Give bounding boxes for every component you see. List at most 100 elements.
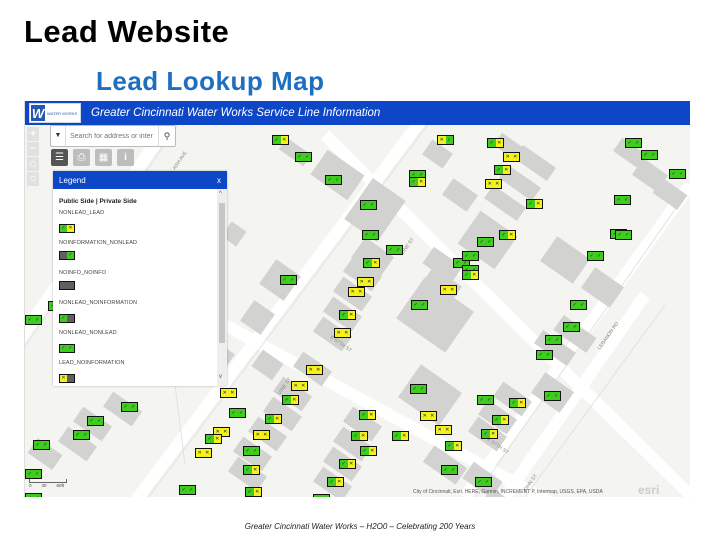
service-line-marker[interactable]: ✓✓	[441, 465, 458, 475]
search-source-dropdown[interactable]: ▼	[51, 126, 66, 146]
map-attribution: City of Cincinnati, Esri, HERE, Garmin, …	[413, 489, 603, 495]
scrollbar-thumb[interactable]	[219, 203, 225, 343]
service-line-marker[interactable]: ✓✓	[545, 335, 562, 345]
service-line-marker[interactable]: ✓ ✕	[327, 477, 344, 487]
service-line-marker[interactable]: ✓ ✕	[351, 431, 368, 441]
slide-footer: Greater Cincinnati Water Works – H2O0 – …	[244, 522, 476, 531]
service-line-marker[interactable]: ✓✓	[280, 275, 297, 285]
service-line-marker[interactable]: ✕ ✕	[357, 277, 374, 287]
service-line-marker[interactable]: ✓ ✕	[509, 398, 526, 408]
service-line-marker[interactable]: ✓✓	[563, 322, 580, 332]
service-line-marker[interactable]: ✓✓	[410, 384, 427, 394]
service-line-marker[interactable]: ✓✓	[33, 440, 50, 450]
lead-indicator: ✕	[470, 271, 478, 279]
service-line-marker[interactable]: ✕ ✕	[306, 365, 323, 375]
service-line-marker[interactable]: ✓✓	[536, 350, 553, 360]
service-line-marker[interactable]: ✓✓	[25, 493, 42, 497]
service-line-marker[interactable]: ✓ ✕	[409, 177, 426, 187]
service-line-marker[interactable]: ✓ ✕	[243, 465, 260, 475]
lead-indicator: ✕	[417, 178, 425, 186]
zoom-in-button[interactable]: +	[27, 127, 39, 141]
service-line-marker[interactable]: ✓ ✕	[445, 441, 462, 451]
service-line-marker[interactable]: ✓ ✕	[265, 414, 282, 424]
legend-scrollbar[interactable]: ^ v	[217, 189, 227, 386]
service-line-marker[interactable]: ✕ ✕	[253, 430, 270, 440]
service-line-marker[interactable]: ✕ ✕	[220, 388, 237, 398]
service-line-marker[interactable]: ✓ ✕	[499, 230, 516, 240]
service-line-marker[interactable]: ✓✓	[229, 408, 246, 418]
lead-indicator: ✕	[448, 286, 456, 294]
service-line-marker[interactable]: ✕ ✕	[485, 179, 502, 189]
service-line-marker[interactable]: ✓✓	[625, 138, 642, 148]
home-button[interactable]: ⌂	[27, 157, 39, 171]
service-line-marker[interactable]: ✓✓	[25, 469, 42, 479]
map-app[interactable]: ASH AVE VINE ST VINE ST E 67TH ST E 67TH…	[24, 101, 690, 497]
service-line-marker[interactable]: ✓✓	[362, 230, 379, 240]
service-line-marker[interactable]: ✓ ✕	[339, 459, 356, 469]
service-line-marker[interactable]: ✕ ✕	[334, 328, 351, 338]
service-line-marker[interactable]: ✓✓	[179, 485, 196, 495]
service-line-marker[interactable]: ✓✓	[570, 300, 587, 310]
close-icon[interactable]: x	[217, 176, 221, 185]
service-line-marker[interactable]: ✓ ✕	[487, 138, 504, 148]
service-line-marker[interactable]: ✕ ✕	[348, 287, 365, 297]
service-line-marker[interactable]: ✓ ✕	[492, 415, 509, 425]
scroll-up-icon[interactable]: ^	[219, 191, 222, 197]
service-line-marker[interactable]: ✓✓	[25, 315, 42, 325]
service-line-marker[interactable]: ✓ ✕	[359, 410, 376, 420]
service-line-marker[interactable]: ✕ ✕	[420, 411, 437, 421]
service-line-marker[interactable]: ✓✓	[121, 402, 138, 412]
service-line-marker[interactable]: ✓✓	[360, 200, 377, 210]
service-line-marker[interactable]: ✓ ✕	[339, 310, 356, 320]
service-line-marker[interactable]: ✓✓	[641, 150, 658, 160]
service-line-marker[interactable]: ✓✓	[462, 251, 479, 261]
about-button[interactable]: i	[117, 149, 134, 166]
service-line-marker[interactable]: ✓ ✕	[360, 446, 377, 456]
zoom-out-button[interactable]: −	[27, 142, 39, 156]
service-line-marker[interactable]: ✓ ✕	[363, 258, 380, 268]
service-line-marker[interactable]: ✓ ✕	[272, 135, 289, 145]
service-line-marker[interactable]: ✓ ✕	[481, 429, 498, 439]
locate-button[interactable]: ○	[27, 172, 39, 186]
service-line-marker[interactable]: ✓✓	[614, 195, 631, 205]
service-line-marker[interactable]: ✕ ✕	[503, 152, 520, 162]
search-button[interactable]: ⚲	[158, 126, 175, 146]
service-line-marker[interactable]: ✓✓	[386, 245, 403, 255]
service-line-marker[interactable]: ✓✓	[243, 446, 260, 456]
service-line-marker[interactable]: ✓✓	[475, 477, 492, 487]
service-line-marker[interactable]: ✓ ✕	[462, 270, 479, 280]
service-line-marker[interactable]: ✓✓	[73, 430, 90, 440]
service-line-marker[interactable]: ✕ ✓	[437, 135, 454, 145]
service-line-marker[interactable]: ✓ ✕	[205, 434, 222, 444]
legend-button[interactable]: ☰	[51, 149, 68, 166]
nonlead-indicator: ✓	[616, 231, 624, 239]
service-line-marker[interactable]: ✓✓	[411, 300, 428, 310]
service-line-marker[interactable]: ✓✓	[313, 494, 330, 497]
service-line-marker[interactable]: ✕ ✕	[291, 381, 308, 391]
service-line-marker[interactable]: ✕ ✕	[435, 425, 452, 435]
lead-swatch: ✕	[60, 375, 67, 382]
service-line-marker[interactable]: ✓ ✕	[392, 431, 409, 441]
service-line-marker[interactable]: ✓✓	[544, 391, 561, 401]
nonlead-indicator: ✓	[251, 447, 259, 455]
service-line-marker[interactable]: ✓ ✕	[526, 199, 543, 209]
search-input[interactable]	[66, 131, 158, 141]
lead-indicator: ✕	[421, 412, 429, 420]
service-line-marker[interactable]: ✓✓	[87, 416, 104, 426]
service-line-marker[interactable]: ✓✓	[615, 230, 632, 240]
printer-icon: ⎙	[77, 152, 86, 163]
service-line-marker[interactable]: ✓✓	[477, 395, 494, 405]
basemap-gallery-button[interactable]: ▦	[95, 149, 112, 166]
service-line-marker[interactable]: ✓✓	[325, 175, 342, 185]
service-line-marker[interactable]: ✓✓	[669, 169, 686, 179]
print-button[interactable]: ⎙	[73, 149, 90, 166]
service-line-marker[interactable]: ✓✓	[477, 237, 494, 247]
service-line-marker[interactable]: ✓✓	[587, 251, 604, 261]
service-line-marker[interactable]: ✓ ✕	[494, 165, 511, 175]
service-line-marker[interactable]: ✓✓	[295, 152, 312, 162]
scroll-down-icon[interactable]: v	[219, 374, 222, 380]
service-line-marker[interactable]: ✕ ✕	[195, 448, 212, 458]
service-line-marker[interactable]: ✓ ✕	[282, 395, 299, 405]
service-line-marker[interactable]: ✓ ✕	[245, 487, 262, 497]
service-line-marker[interactable]: ✕ ✕	[440, 285, 457, 295]
